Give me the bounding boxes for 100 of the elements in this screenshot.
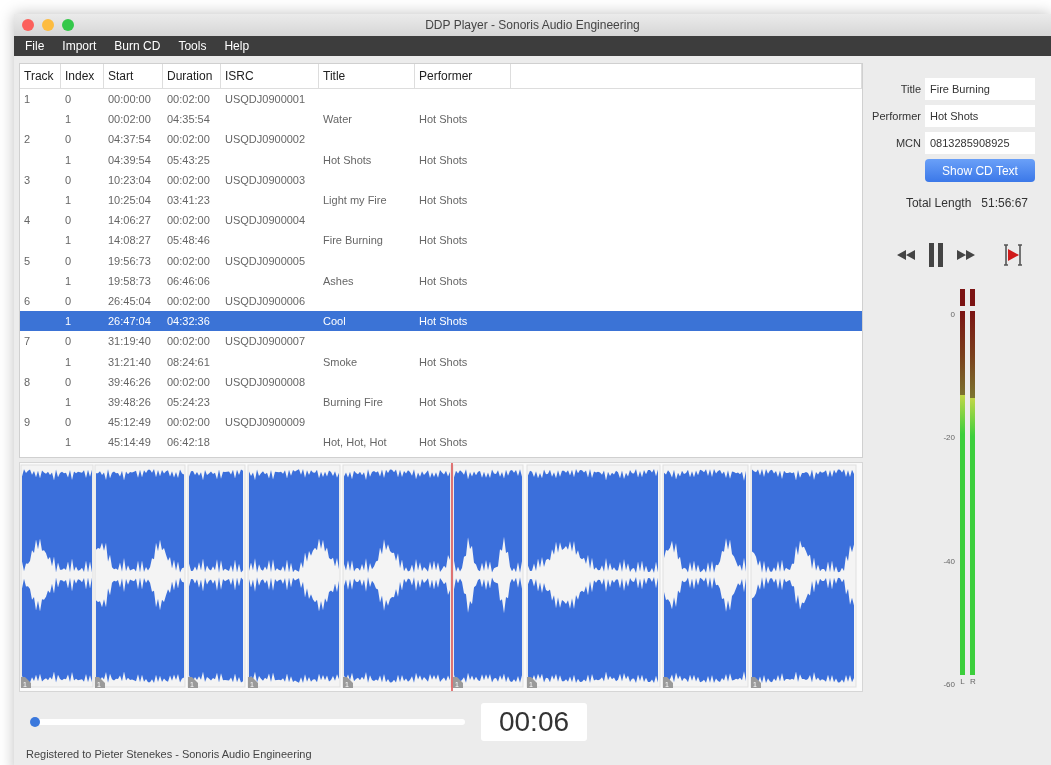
table-cell-text: Burning Fire — [322, 395, 384, 408]
slider-thumb[interactable] — [30, 717, 41, 727]
column-header[interactable]: Start — [104, 64, 163, 88]
field-label: Title — [899, 83, 921, 95]
table-cell-text: 10:25:04 — [107, 194, 152, 207]
position-slider[interactable] — [31, 719, 465, 725]
table-cell-text: 04:39:54 — [107, 153, 152, 166]
table-cell-text: 0 — [64, 133, 73, 146]
table-cell-text: Hot Shots — [418, 234, 469, 247]
field-label: MCN — [894, 137, 921, 149]
table-cell-text: 00:02:00 — [166, 133, 211, 146]
table-cell-text: 1 — [64, 315, 73, 328]
table-cell-text: Hot Shots — [418, 355, 469, 368]
table-cell-text: 0 — [64, 214, 73, 227]
column-header[interactable]: Title — [319, 64, 415, 88]
text-field[interactable]: 0813285908925 — [925, 132, 1035, 154]
table-cell-text: Smoke — [322, 355, 359, 368]
table-cell-text: USQDJ0900006 — [224, 294, 307, 307]
menu-item[interactable]: Import — [55, 37, 104, 55]
table-cell-text: 1 — [64, 395, 73, 408]
selected-row[interactable]: 1 26:47:04 04:32:36 Cool Hot Shots — [20, 311, 862, 332]
fast-forward-icon[interactable] — [957, 249, 975, 261]
table-cell-text: Ashes — [322, 274, 355, 287]
table-cell-text: Fire Burning — [322, 234, 384, 247]
table-cell-text: 08:24:61 — [166, 355, 211, 368]
table-cell-text: Hot Shots — [418, 153, 469, 166]
meter-tick-label: -60 — [943, 680, 955, 690]
table-cell-text: 00:02:00 — [166, 416, 211, 429]
table-cell-text: USQDJ0900002 — [224, 133, 307, 146]
table-cell-text: 1 — [64, 194, 73, 207]
meter-tick-label: 0 — [950, 310, 955, 320]
total-length-value: 51:56:67 — [981, 196, 1029, 210]
table-cell-text: 05:43:25 — [166, 153, 211, 166]
table-cell-text: 10:23:04 — [107, 173, 152, 186]
table-cell-text: 0 — [64, 254, 73, 267]
meter-tick-label: -20 — [943, 433, 955, 444]
pause-icon[interactable] — [929, 243, 943, 267]
table-cell-text: Hot, Hot, Hot — [322, 436, 388, 449]
table-cell-text: 39:48:26 — [107, 395, 152, 408]
table-cell-text: 19:56:73 — [107, 254, 152, 267]
time-display: 00:06 — [481, 703, 587, 741]
table-cell-text: 45:14:49 — [107, 436, 152, 449]
registration-text: Registered to Pieter Stenekes - Sonoris Audio Engineering — [26, 748, 312, 760]
table-cell-text: 6 — [23, 294, 32, 307]
table-cell-text: 1 — [64, 355, 73, 368]
table-cell-text: 00:00:00 — [107, 93, 152, 106]
table-cell-text: USQDJ0900005 — [224, 254, 307, 267]
table-cell-text: 31:21:40 — [107, 355, 152, 368]
table-cell-text: 00:02:00 — [107, 113, 152, 126]
table-cell-text: 00:02:00 — [166, 335, 211, 348]
table-cell-text: 19:58:73 — [107, 274, 152, 287]
table-cell-text: 31:19:40 — [107, 335, 152, 348]
channel-label: L — [960, 677, 965, 686]
table-cell-text: 06:46:06 — [166, 274, 211, 287]
table-cell-text: 0 — [64, 375, 73, 388]
table-cell-text: 3 — [23, 173, 32, 186]
table-cell-text: 1 — [64, 274, 73, 287]
text-field[interactable]: Fire Burning — [925, 78, 1035, 100]
table-cell-text: 5 — [23, 254, 32, 267]
table-cell-text: 04:35:54 — [166, 113, 211, 126]
menu-item[interactable]: Tools — [171, 37, 214, 55]
table-cell-text: USQDJ0900008 — [224, 375, 307, 388]
close-button[interactable] — [22, 19, 34, 31]
table-cell-text: 00:02:00 — [166, 214, 211, 227]
table-cell-text: 14:08:27 — [107, 234, 152, 247]
table-cell-text: 1 — [23, 93, 32, 106]
table-cell-text: USQDJ0900001 — [224, 93, 307, 106]
table-cell-text: 0 — [64, 173, 73, 186]
table-cell-text: USQDJ0900007 — [224, 335, 307, 348]
column-header[interactable]: Duration — [163, 64, 221, 88]
table-cell-text: 4 — [23, 214, 32, 227]
play-selection-icon[interactable] — [1003, 244, 1023, 266]
menu-item[interactable]: Help — [217, 37, 257, 55]
table-cell-text: 00:02:00 — [166, 375, 211, 388]
table-cell-text: 45:12:49 — [107, 416, 152, 429]
table-cell-text: Water — [322, 113, 353, 126]
menu-item[interactable]: Burn CD — [107, 37, 168, 55]
table-cell-text: 06:42:18 — [166, 436, 211, 449]
window-title: DDP Player - Sonoris Audio Engineering — [425, 18, 640, 32]
column-header[interactable]: Performer — [415, 64, 511, 88]
table-cell-text: 05:24:23 — [166, 395, 211, 408]
table-cell-text: Hot Shots — [418, 274, 469, 287]
column-header[interactable]: ISRC — [221, 64, 319, 88]
rewind-icon[interactable] — [897, 249, 915, 261]
column-header[interactable]: Track — [20, 64, 61, 88]
table-cell-text: 00:02:00 — [166, 173, 211, 186]
table-cell-text: Hot Shots — [418, 315, 469, 328]
table-cell-text: USQDJ0900004 — [224, 214, 307, 227]
table-cell-text: 03:41:23 — [166, 194, 211, 207]
column-header[interactable]: Index — [61, 64, 104, 88]
table-cell-text: 1 — [64, 436, 73, 449]
table-cell-text: 39:46:26 — [107, 375, 152, 388]
table-cell-text: Hot Shots — [418, 436, 469, 449]
table-cell-text: Hot Shots — [418, 194, 469, 207]
menu-item[interactable]: File — [18, 37, 52, 55]
table-cell-text: 00:02:00 — [166, 93, 211, 106]
table-cell-text: 04:32:36 — [166, 315, 211, 328]
table-cell-text: 00:02:00 — [166, 254, 211, 267]
text-field[interactable]: Hot Shots — [925, 105, 1035, 127]
table-cell-text: 05:48:46 — [166, 234, 211, 247]
